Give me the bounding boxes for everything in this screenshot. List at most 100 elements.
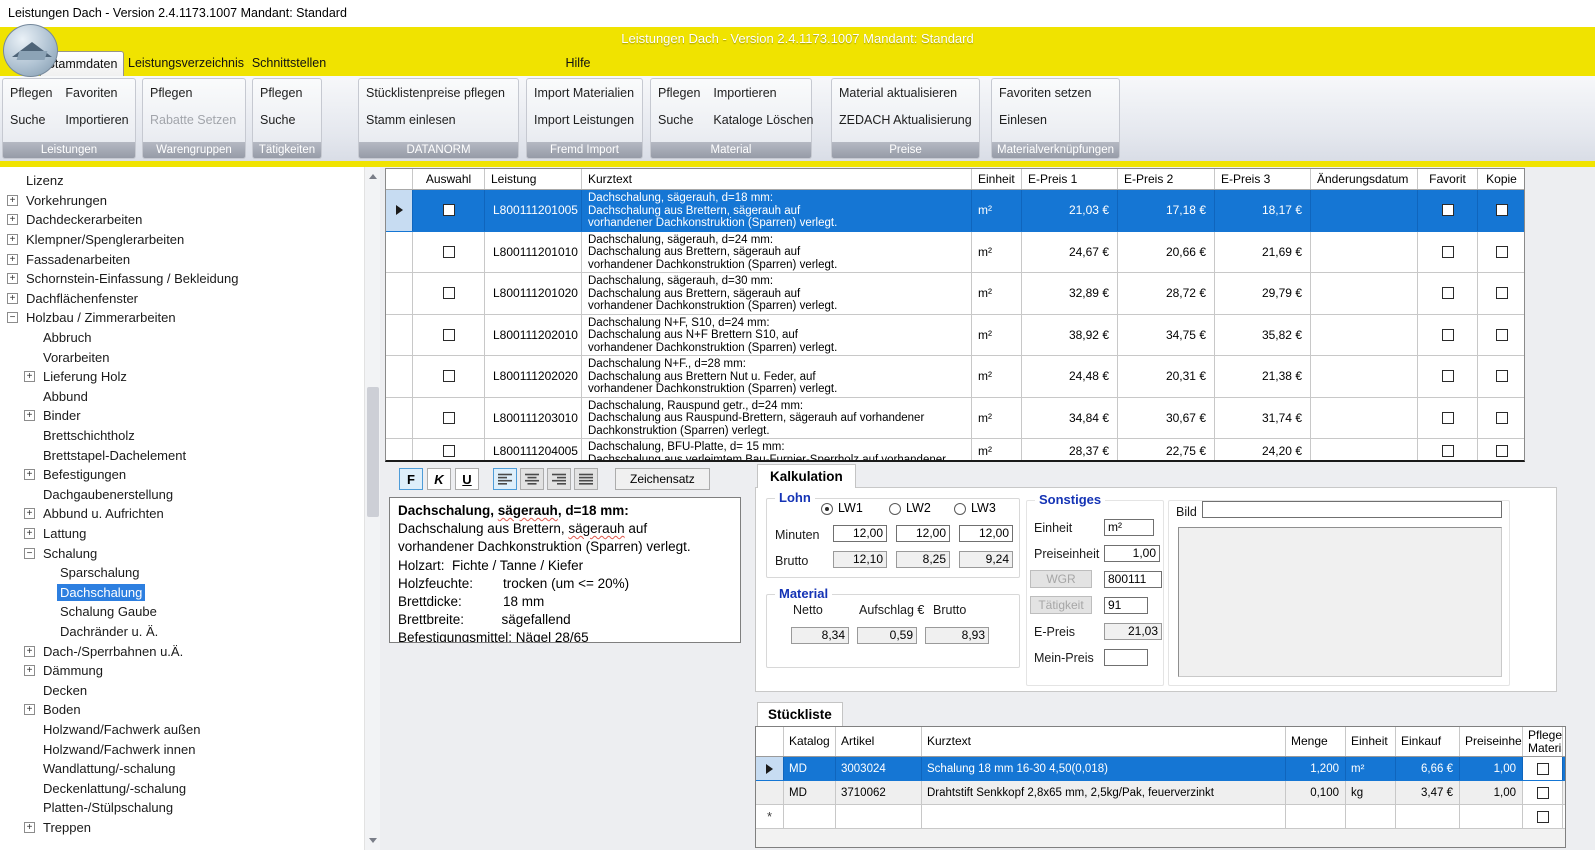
- ribbon-button-zedach-aktualisierung[interactable]: ZEDACH Aktualisierung: [839, 113, 972, 128]
- tree-item-holzwand-fachwerk-innen[interactable]: Holzwand/Fachwerk innen: [0, 739, 364, 759]
- expand-plus-icon[interactable]: +: [24, 371, 35, 382]
- kopie-cell[interactable]: [1478, 190, 1525, 231]
- tab-hilfe[interactable]: Hilfe: [554, 51, 602, 76]
- tree-item-dachschalung[interactable]: Dachschalung: [0, 582, 364, 602]
- ribbon-button-import-materialien[interactable]: Import Materialien: [534, 86, 634, 101]
- kurztext-editor[interactable]: Dachschalung, sägerauh, d=18 mm:Dachscha…: [389, 497, 741, 643]
- minuten-lw2-field[interactable]: 12,00: [896, 525, 950, 542]
- kopie-cell[interactable]: [1478, 398, 1525, 439]
- expand-plus-icon[interactable]: +: [24, 665, 35, 676]
- expand-plus-icon[interactable]: +: [7, 195, 18, 206]
- stueckliste-row[interactable]: MD3710062Drahtstift Senkkopf 2,8x65 mm, …: [756, 781, 1565, 805]
- brutto-lw3-field[interactable]: 9,24: [959, 551, 1013, 568]
- grid-column-header-e-preis-1[interactable]: E-Preis 1: [1022, 169, 1118, 189]
- grid-row[interactable]: L800111201020Dachschalung, sägerauh, d=3…: [386, 273, 1524, 315]
- expand-plus-icon[interactable]: +: [24, 508, 35, 519]
- tree-item-schornstein-einfassung-bekleidung[interactable]: +Schornstein-Einfassung / Bekleidung: [0, 269, 364, 289]
- favorit-checkbox[interactable]: [1442, 445, 1454, 457]
- kopie-cell[interactable]: [1478, 356, 1525, 397]
- pflege-material-cell[interactable]: [1523, 781, 1563, 804]
- favorit-cell[interactable]: [1418, 232, 1478, 273]
- ribbon-button-pflegen[interactable]: Pflegen: [150, 86, 236, 101]
- aufschlag-field[interactable]: 0,59: [857, 627, 917, 644]
- auswahl-checkbox[interactable]: [443, 370, 455, 382]
- pflege-material-cell[interactable]: [1523, 805, 1563, 828]
- tree-item-dachgaubenerstellung[interactable]: Dachgaubenerstellung: [0, 485, 364, 505]
- tree-item-brettschichtholz[interactable]: Brettschichtholz: [0, 426, 364, 446]
- scrollbar-thumb[interactable]: [367, 387, 379, 517]
- stueckliste-column-header-pflege-material[interactable]: Pflege Material: [1523, 727, 1563, 756]
- ribbon-button-stücklistenpreise-pflegen[interactable]: Stücklistenpreise pflegen: [366, 86, 505, 101]
- favorit-cell[interactable]: [1418, 190, 1478, 231]
- ribbon-button-importieren[interactable]: Importieren: [713, 86, 813, 101]
- align-center-button[interactable]: [520, 468, 544, 490]
- tree-item-schalung[interactable]: −Schalung: [0, 543, 364, 563]
- expand-plus-icon[interactable]: +: [24, 528, 35, 539]
- auswahl-cell[interactable]: [413, 356, 485, 397]
- tree-item-abbruch[interactable]: Abbruch: [0, 328, 364, 348]
- ribbon-button-stamm-einlesen[interactable]: Stamm einlesen: [366, 113, 505, 128]
- tree-item-deckenlattung-schalung[interactable]: Deckenlattung/-schalung: [0, 778, 364, 798]
- tree-item-vorarbeiten[interactable]: Vorarbeiten: [0, 347, 364, 367]
- stueckliste-column-header-menge[interactable]: Menge: [1286, 727, 1346, 756]
- tree-item-dachflächenfenster[interactable]: +Dachflächenfenster: [0, 289, 364, 309]
- tree-scrollbar[interactable]: [364, 167, 380, 850]
- tree-item-dach-sperrbahnen-u-ä[interactable]: +Dach-/Sperrbahnen u.Ä.: [0, 641, 364, 661]
- expand-plus-icon[interactable]: +: [24, 704, 35, 715]
- preiseinheit-field[interactable]: 1,00: [1104, 545, 1160, 562]
- tree-item-befestigungen[interactable]: +Befestigungen: [0, 465, 364, 485]
- auswahl-checkbox[interactable]: [443, 329, 455, 341]
- favorit-cell[interactable]: [1418, 356, 1478, 397]
- pflege-material-checkbox[interactable]: [1537, 811, 1549, 823]
- tree-item-brettstapel-dachelement[interactable]: Brettstapel-Dachelement: [0, 445, 364, 465]
- tree-item-abbund-u-aufrichten[interactable]: +Abbund u. Aufrichten: [0, 504, 364, 524]
- minuten-lw1-field[interactable]: 12,00: [833, 525, 887, 542]
- kopie-checkbox[interactable]: [1496, 329, 1508, 341]
- favorit-checkbox[interactable]: [1442, 329, 1454, 341]
- ribbon-button-pflegen[interactable]: Pflegen: [658, 86, 700, 101]
- meinpreis-field[interactable]: [1104, 649, 1148, 666]
- expand-plus-icon[interactable]: +: [24, 822, 35, 833]
- align-left-button[interactable]: [493, 468, 517, 490]
- grid-column-header-indicator[interactable]: [386, 169, 413, 189]
- stueckliste-column-header-indicator[interactable]: [756, 727, 784, 756]
- pflege-material-checkbox[interactable]: [1537, 787, 1549, 799]
- kopie-checkbox[interactable]: [1496, 204, 1508, 216]
- tree-item-boden[interactable]: +Boden: [0, 700, 364, 720]
- bild-path-field[interactable]: [1202, 501, 1502, 518]
- bold-button[interactable]: F: [399, 468, 423, 490]
- expand-plus-icon[interactable]: +: [24, 410, 35, 421]
- stueckliste-row[interactable]: MD3003024Schalung 18 mm 16-30 4,50(0,018…: [756, 757, 1565, 781]
- ribbon-button-pflegen[interactable]: Pflegen: [10, 86, 52, 101]
- grid-column-header-kurztext[interactable]: Kurztext: [582, 169, 972, 189]
- radio-lw1[interactable]: [821, 503, 833, 515]
- app-logo-button[interactable]: [3, 24, 58, 77]
- scroll-down-icon[interactable]: [365, 832, 381, 848]
- tree-item-lieferung-holz[interactable]: +Lieferung Holz: [0, 367, 364, 387]
- ribbon-button-material-aktualisieren[interactable]: Material aktualisieren: [839, 86, 972, 101]
- brutto-lw2-field[interactable]: 8,25: [896, 551, 950, 568]
- auswahl-cell[interactable]: [413, 190, 485, 231]
- grid-column-header-leistung[interactable]: Leistung: [485, 169, 582, 189]
- minuten-lw3-field[interactable]: 12,00: [959, 525, 1013, 542]
- grid-column-header-favorit[interactable]: Favorit: [1418, 169, 1478, 189]
- grid-column-header-kopie[interactable]: Kopie: [1478, 169, 1525, 189]
- tree-item-schalung-gaube[interactable]: Schalung Gaube: [0, 602, 364, 622]
- tree-item-wandlattung-schalung[interactable]: Wandlattung/-schalung: [0, 759, 364, 779]
- tab-stueckliste[interactable]: Stückliste: [757, 702, 843, 726]
- tree-item-platten-stülpschalung[interactable]: Platten-/Stülpschalung: [0, 798, 364, 818]
- ribbon-button-einlesen[interactable]: Einlesen: [999, 113, 1091, 128]
- stueckliste-column-header-einheit[interactable]: Einheit: [1346, 727, 1396, 756]
- underline-button[interactable]: U: [455, 468, 479, 490]
- expand-plus-icon[interactable]: +: [24, 469, 35, 480]
- kopie-checkbox[interactable]: [1496, 412, 1508, 424]
- ribbon-button-suche[interactable]: Suche: [10, 113, 52, 128]
- kopie-cell[interactable]: [1478, 315, 1525, 356]
- tree-item-holzbau-zimmerarbeiten[interactable]: −Holzbau / Zimmerarbeiten: [0, 308, 364, 328]
- kopie-checkbox[interactable]: [1496, 246, 1508, 258]
- ribbon-button-favoriten[interactable]: Favoriten: [65, 86, 128, 101]
- expand-plus-icon[interactable]: +: [7, 273, 18, 284]
- tree-item-treppen[interactable]: +Treppen: [0, 818, 364, 838]
- stueckliste-column-header-einkauf[interactable]: Einkauf: [1396, 727, 1460, 756]
- scroll-up-icon[interactable]: [365, 169, 381, 185]
